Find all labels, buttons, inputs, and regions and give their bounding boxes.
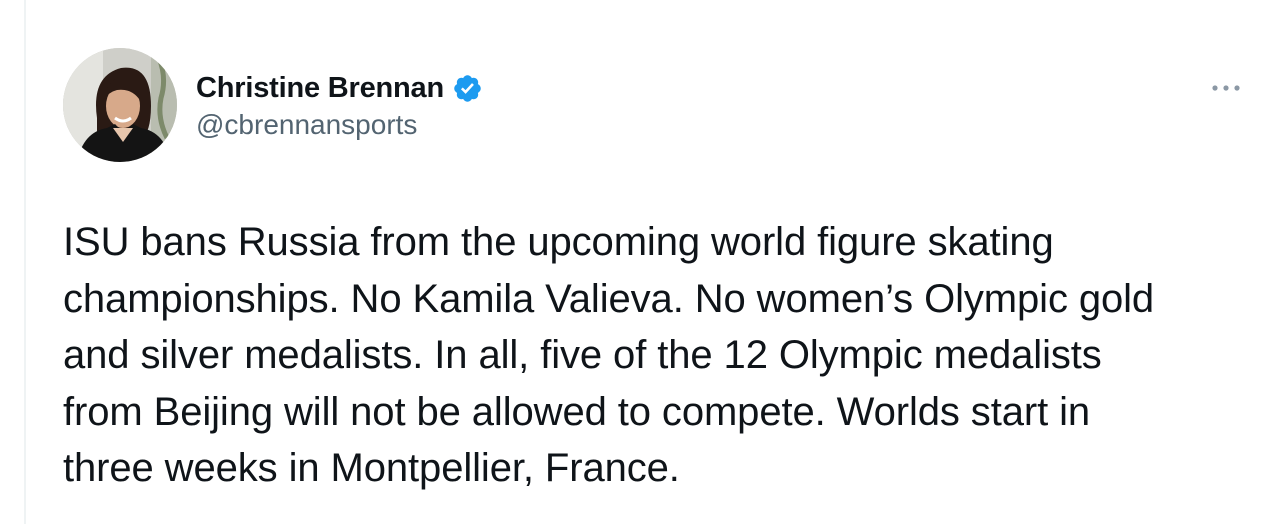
tweet-text-line: ISU bans Russia from the upcoming world … [63, 220, 1054, 264]
tweet-text: ISU bans Russia from the upcoming world … [63, 214, 1263, 497]
tweet-text-line: from Beijing will not be allowed to comp… [63, 389, 1091, 434]
tweet-card[interactable]: Christine Brennan @cbrennansports ISU ba… [0, 0, 1280, 524]
verified-badge-icon [452, 73, 483, 104]
tweet-text-line: three weeks in Montpellier, France. [63, 446, 680, 490]
tweet-text-line: championships. No Kamila Valieva. No wom… [63, 276, 1155, 321]
author-name-row[interactable]: Christine Brennan [196, 70, 483, 106]
author-handle[interactable]: @cbrennansports [196, 109, 417, 141]
more-options-icon [1212, 85, 1240, 91]
author-display-name[interactable]: Christine Brennan [196, 72, 444, 105]
tweet-text-line: and silver medalists. In all, five of th… [63, 333, 1102, 377]
avatar[interactable] [63, 48, 177, 162]
more-options-button[interactable] [1206, 76, 1246, 100]
